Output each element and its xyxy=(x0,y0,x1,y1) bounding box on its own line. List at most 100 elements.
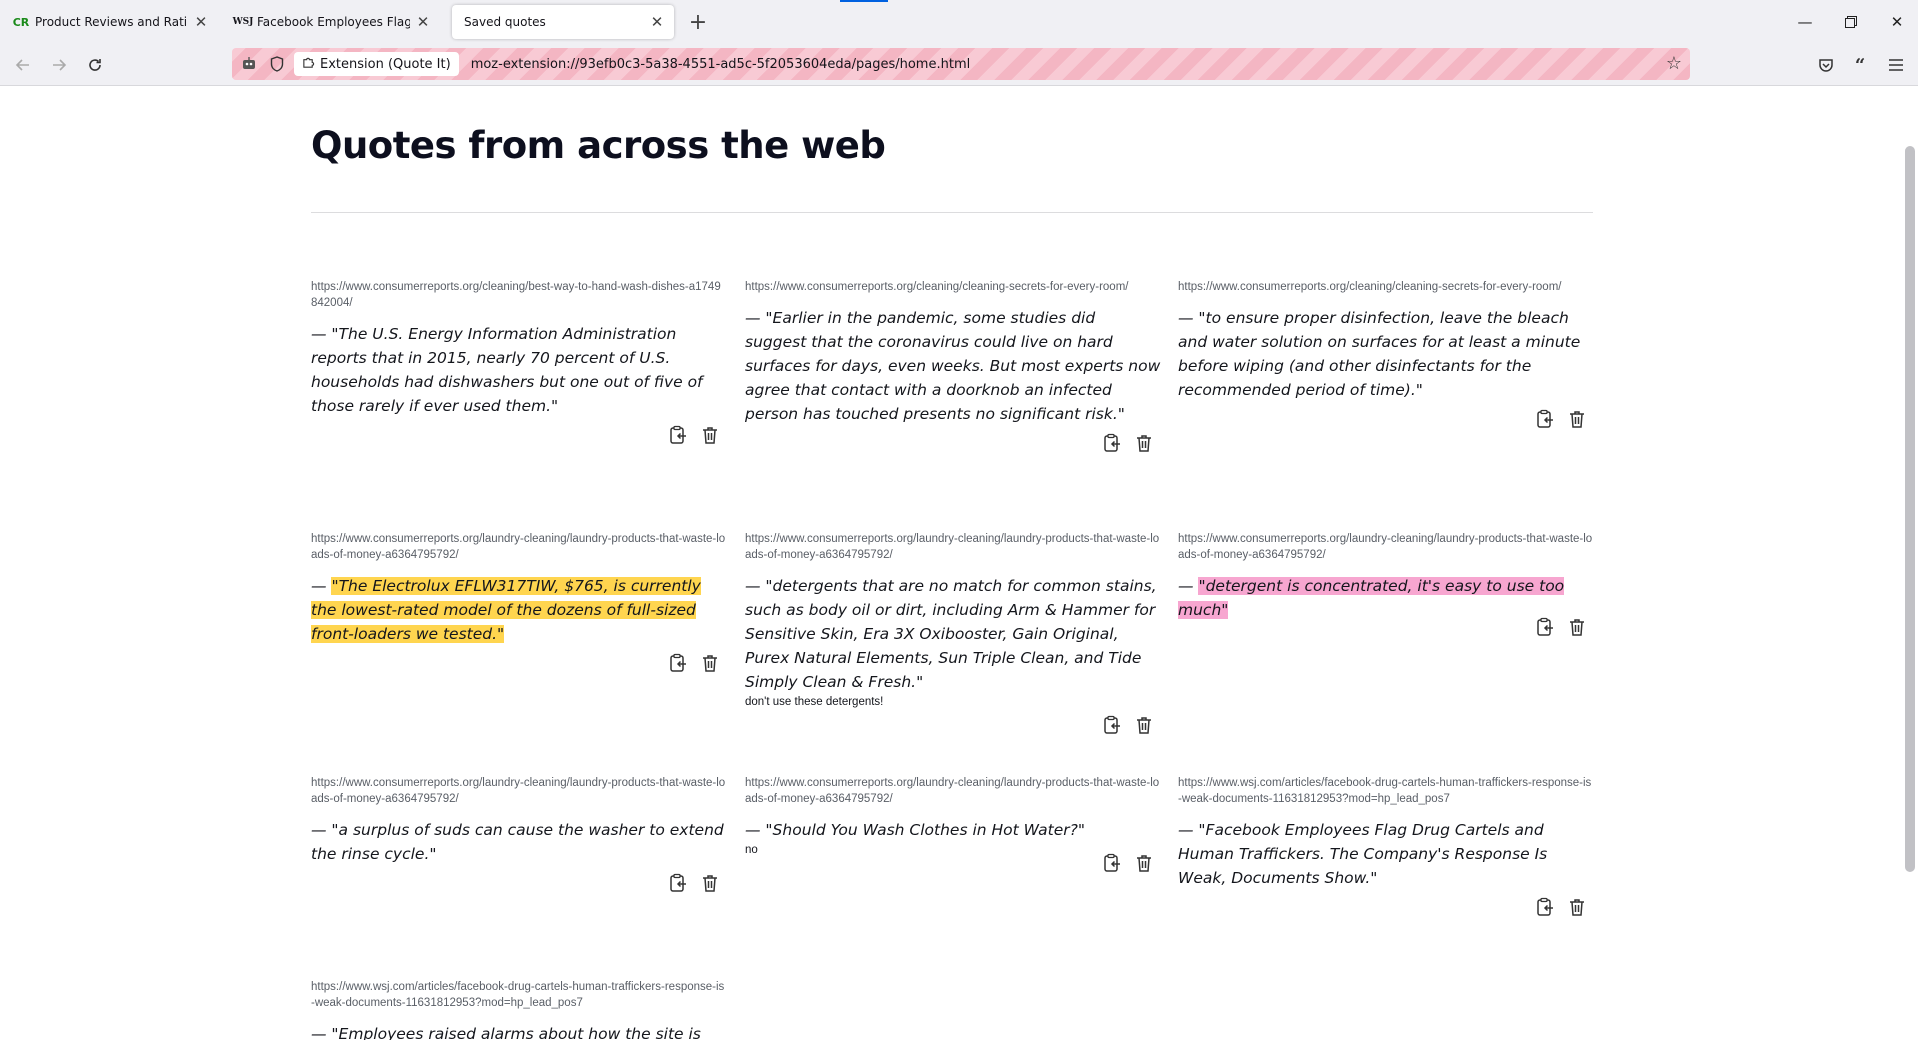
forward-arrow-icon[interactable] xyxy=(44,50,74,80)
quote-source-url[interactable]: https://www.consumerreports.org/laundry-… xyxy=(745,775,1161,807)
quote-text: — "detergents that are no match for comm… xyxy=(745,577,1157,691)
trash-icon[interactable] xyxy=(1566,616,1588,638)
cr-favicon-icon: CR xyxy=(12,15,30,29)
tab-saved-quotes[interactable]: Saved quotes ✕ xyxy=(452,5,674,39)
quote-source-url[interactable]: https://www.consumerreports.org/laundry-… xyxy=(311,775,727,807)
scrollbar-thumb[interactable] xyxy=(1905,146,1915,872)
quote-card: https://www.consumerreports.org/cleaning… xyxy=(1178,279,1594,430)
quote-text: — "to ensure proper disinfection, leave … xyxy=(1178,309,1581,399)
quote-source-url[interactable]: https://www.consumerreports.org/cleaning… xyxy=(311,279,727,311)
quote-source-url[interactable]: https://www.wsj.com/articles/facebook-dr… xyxy=(1178,775,1594,807)
nav-toolbar: Extension (Quote It) moz-extension://93e… xyxy=(0,44,1918,86)
clipboard-copy-icon[interactable] xyxy=(667,424,689,446)
bookmark-star-icon[interactable]: ☆ xyxy=(1666,53,1682,74)
quote-text: — "detergent is concentrated, it's easy … xyxy=(1178,574,1594,622)
quote-actions xyxy=(1178,408,1594,430)
tab-label: Facebook Employees Flag Drug xyxy=(257,15,410,29)
tab-label: Product Reviews and Ratings - xyxy=(35,15,188,29)
url-bar[interactable]: Extension (Quote It) moz-extension://93e… xyxy=(232,48,1690,80)
wsj-favicon-icon: WSJ xyxy=(232,17,254,27)
quote-card: https://www.consumerreports.org/cleaning… xyxy=(311,279,727,446)
quote-source-url[interactable]: https://www.consumerreports.org/laundry-… xyxy=(311,531,727,563)
tab-loading-indicator xyxy=(840,0,888,2)
quote-source-url[interactable]: https://www.consumerreports.org/cleaning… xyxy=(1178,279,1594,295)
title-divider xyxy=(311,212,1593,213)
hamburger-menu-icon[interactable] xyxy=(1881,50,1911,80)
restore-icon[interactable] xyxy=(1828,6,1874,38)
quote-actions xyxy=(1178,896,1594,918)
tab-product-reviews[interactable]: CR Product Reviews and Ratings - ✕ xyxy=(4,5,218,39)
highlighted-quote: "detergent is concentrated, it's easy to… xyxy=(1178,577,1565,619)
extension-identity-chip[interactable]: Extension (Quote It) xyxy=(294,52,459,76)
close-window-icon[interactable]: ✕ xyxy=(1874,6,1918,38)
trash-icon[interactable] xyxy=(699,872,721,894)
trash-icon[interactable] xyxy=(1566,896,1588,918)
pocket-icon[interactable] xyxy=(1811,50,1841,80)
quote-actions xyxy=(1178,616,1594,638)
quote-source-url[interactable]: https://www.consumerreports.org/laundry-… xyxy=(745,531,1161,563)
close-tab-icon[interactable]: ✕ xyxy=(192,13,210,31)
quote-source-url[interactable]: https://www.wsj.com/articles/facebook-dr… xyxy=(311,979,727,1011)
url-text[interactable]: moz-extension://93efb0c3-5a38-4551-ad5c-… xyxy=(471,57,971,72)
vertical-scrollbar[interactable] xyxy=(1902,86,1918,1040)
tab-facebook-employees[interactable]: WSJ Facebook Employees Flag Drug ✕ xyxy=(226,5,440,39)
quote-source-url[interactable]: https://www.consumerreports.org/laundry-… xyxy=(1178,531,1594,563)
quote-card: https://www.consumerreports.org/laundry-… xyxy=(745,775,1161,874)
puzzle-piece-icon xyxy=(302,56,315,73)
quote-actions xyxy=(311,872,727,894)
quote-text: — "Earlier in the pandemic, some studies… xyxy=(745,309,1161,423)
clipboard-copy-icon[interactable] xyxy=(1534,616,1556,638)
quote-card: https://www.consumerreports.org/laundry-… xyxy=(311,775,727,894)
trash-icon[interactable] xyxy=(1133,714,1155,736)
quote-card: https://www.consumerreports.org/laundry-… xyxy=(1178,531,1594,638)
browser-chrome: CR Product Reviews and Ratings - ✕ WSJ F… xyxy=(0,0,1918,86)
quote-text: — "Employees raised alarms about how the… xyxy=(311,1025,701,1040)
page-title: Quotes from across the web xyxy=(311,124,886,167)
quote-card: https://www.wsj.com/articles/facebook-dr… xyxy=(311,979,727,1040)
clipboard-copy-icon[interactable] xyxy=(1101,714,1123,736)
quote-card: https://www.wsj.com/articles/facebook-dr… xyxy=(1178,775,1594,918)
quote-text: — "Facebook Employees Flag Drug Cartels … xyxy=(1178,821,1548,887)
trash-icon[interactable] xyxy=(1133,852,1155,874)
trash-icon[interactable] xyxy=(1133,432,1155,454)
remote-control-robot-icon[interactable] xyxy=(238,53,260,75)
highlighted-quote: "The Electrolux EFLW317TIW, $765, is cur… xyxy=(311,577,701,643)
back-arrow-icon[interactable] xyxy=(8,50,38,80)
quote-prefix: — xyxy=(311,577,332,595)
close-tab-icon[interactable]: ✕ xyxy=(648,13,666,31)
clipboard-copy-icon[interactable] xyxy=(1101,432,1123,454)
quote-actions xyxy=(311,652,727,674)
clipboard-copy-icon[interactable] xyxy=(667,872,689,894)
quote-card: https://www.consumerreports.org/laundry-… xyxy=(311,531,727,674)
trash-icon[interactable] xyxy=(699,424,721,446)
quote-text: — "a surplus of suds can cause the washe… xyxy=(311,821,724,863)
quote-source-url[interactable]: https://www.consumerreports.org/cleaning… xyxy=(745,279,1161,295)
quote-actions xyxy=(311,424,727,446)
quote-actions xyxy=(745,852,1161,874)
clipboard-copy-icon[interactable] xyxy=(1534,896,1556,918)
quote-it-extension-icon[interactable]: “ xyxy=(1845,50,1875,80)
quote-note: don't use these detergents! xyxy=(745,696,884,708)
clipboard-copy-icon[interactable] xyxy=(1101,852,1123,874)
tab-label: Saved quotes xyxy=(464,15,546,29)
reload-icon[interactable] xyxy=(80,50,110,80)
tab-strip: CR Product Reviews and Ratings - ✕ WSJ F… xyxy=(0,0,1918,44)
quote-text: — "Should You Wash Clothes in Hot Water?… xyxy=(745,821,1085,839)
page-viewport: Quotes from across the web https://www.c… xyxy=(0,86,1902,1040)
quote-text: — "The Electrolux EFLW317TIW, $765, is c… xyxy=(311,574,727,646)
quote-card: https://www.consumerreports.org/cleaning… xyxy=(745,279,1161,454)
new-tab-button[interactable]: + xyxy=(684,8,712,36)
quote-actions xyxy=(745,432,1161,454)
shield-icon[interactable] xyxy=(266,53,288,75)
clipboard-copy-icon[interactable] xyxy=(1534,408,1556,430)
extension-chip-label: Extension (Quote It) xyxy=(320,56,451,72)
minimize-icon[interactable]: — xyxy=(1782,6,1828,38)
quote-text: — "The U.S. Energy Information Administr… xyxy=(311,325,703,415)
trash-icon[interactable] xyxy=(699,652,721,674)
clipboard-copy-icon[interactable] xyxy=(667,652,689,674)
quote-card: https://www.consumerreports.org/laundry-… xyxy=(745,531,1161,736)
quote-prefix: — xyxy=(1178,577,1199,595)
trash-icon[interactable] xyxy=(1566,408,1588,430)
quote-actions xyxy=(745,714,1161,736)
close-tab-icon[interactable]: ✕ xyxy=(414,13,432,31)
